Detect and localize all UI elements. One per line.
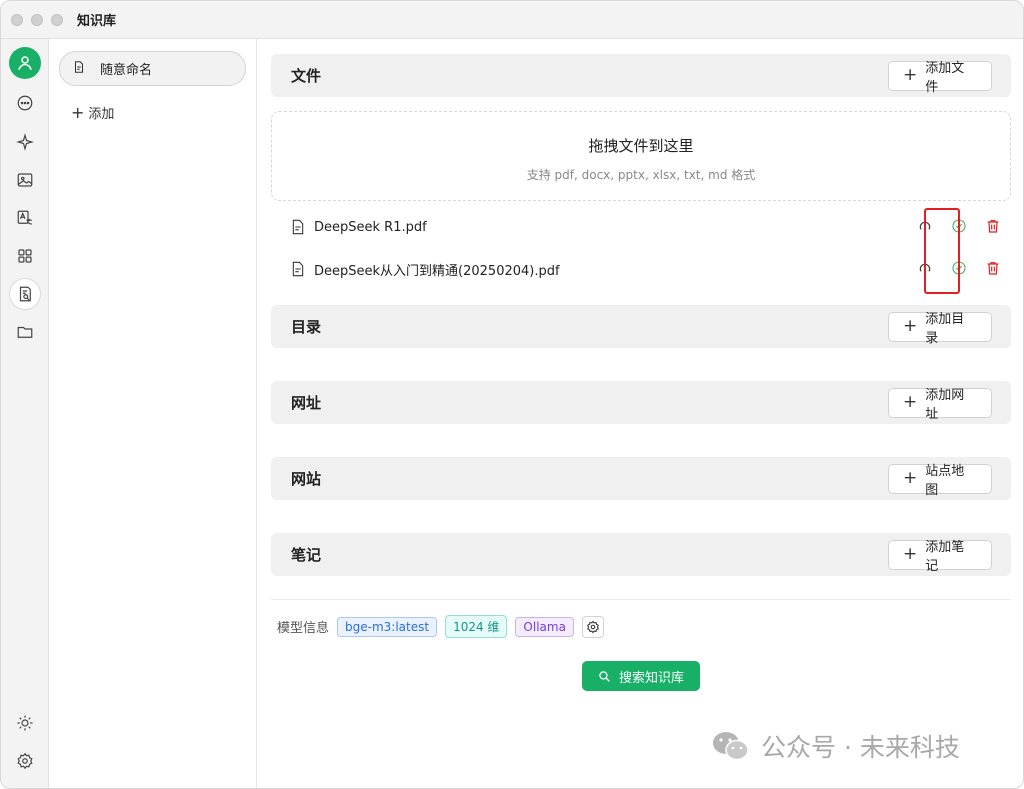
add-directory-button[interactable]: + 添加目录 <box>888 311 992 346</box>
add-knowledge-base-button[interactable]: + 添加 <box>71 103 114 122</box>
file-name: DeepSeek从入门到精通(20250204).pdf <box>314 263 560 279</box>
notes-section-header: 笔记 + 添加笔记 <box>271 533 1011 576</box>
apps-grid-icon[interactable] <box>9 240 41 272</box>
plus-icon: + <box>903 316 918 336</box>
directory-section-title: 目录 <box>291 318 322 336</box>
provider-tag: Ollama <box>515 616 574 637</box>
model-name-tag: bge-m3:latest <box>337 616 438 637</box>
wechat-icon <box>713 732 749 761</box>
sidebar-item-kb[interactable]: 随意命名 <box>59 51 246 86</box>
add-label: 添加 <box>88 107 115 122</box>
add-file-button[interactable]: + 添加文件 <box>888 60 992 95</box>
file-icon <box>291 219 305 235</box>
minimize-window-button[interactable] <box>31 13 43 26</box>
theme-sun-icon[interactable] <box>9 707 41 739</box>
knowledge-base-icon[interactable] <box>9 278 41 310</box>
notes-section-title: 笔记 <box>291 546 322 564</box>
add-directory-label: 添加目录 <box>925 311 965 346</box>
website-section-header: 网站 + 站点地图 <box>271 457 1011 500</box>
watermark-text: 公众号 · 未来科技 <box>761 733 960 762</box>
chat-icon[interactable] <box>9 87 41 119</box>
window-controls <box>11 13 63 26</box>
plus-icon: + <box>903 544 918 564</box>
dropzone-title: 拖拽文件到这里 <box>588 137 694 155</box>
image-icon[interactable] <box>9 164 41 196</box>
files-section-header: 文件 + 添加文件 <box>271 54 1011 97</box>
sidebar-item-label: 随意命名 <box>100 63 153 78</box>
model-settings-button[interactable] <box>581 615 604 638</box>
plus-icon: + <box>71 102 85 122</box>
close-window-button[interactable] <box>11 13 23 26</box>
file-row: DeepSeek R1.pdf <box>291 215 1001 239</box>
trash-icon[interactable] <box>985 218 1001 234</box>
trash-icon[interactable] <box>985 260 1001 276</box>
plus-icon: + <box>903 65 918 85</box>
file-dropzone[interactable]: 拖拽文件到这里 支持 pdf, docx, pptx, xlsx, txt, m… <box>271 111 1011 201</box>
url-section-title: 网址 <box>291 394 322 412</box>
settings-gear-icon[interactable] <box>9 745 41 777</box>
plus-icon: + <box>903 468 918 488</box>
status-highlight-box <box>924 208 960 294</box>
divider <box>271 599 1011 600</box>
add-note-label: 添加笔记 <box>925 539 965 574</box>
file-name: DeepSeek R1.pdf <box>314 219 427 235</box>
model-info: 模型信息 bge-m3:latest 1024 维 Ollama <box>277 615 604 638</box>
title-bar: 知识库 <box>1 1 1023 39</box>
search-button-label: 搜索知识库 <box>618 670 684 686</box>
nav-rail <box>1 39 49 788</box>
dropzone-subtitle: 支持 pdf, docx, pptx, xlsx, txt, md 格式 <box>526 168 756 182</box>
sparkle-icon[interactable] <box>9 126 41 158</box>
app-window: 知识库 随意命名 + 添加 文件 + 添加文件 拖拽文件到这里 支持 pdf, … <box>0 0 1024 789</box>
file-icon <box>291 261 305 277</box>
dimension-tag: 1024 维 <box>445 615 508 638</box>
file-row: DeepSeek从入门到精通(20250204).pdf <box>291 257 1001 281</box>
sitemap-button[interactable]: + 站点地图 <box>888 463 992 498</box>
model-info-label: 模型信息 <box>277 621 330 636</box>
plus-icon: + <box>903 392 918 412</box>
watermark: 公众号 · 未来科技 <box>711 728 960 764</box>
document-icon <box>72 60 86 78</box>
url-section-header: 网址 + 添加网址 <box>271 381 1011 424</box>
website-section-title: 网站 <box>291 470 322 488</box>
main-content: 文件 + 添加文件 拖拽文件到这里 支持 pdf, docx, pptx, xl… <box>258 39 1023 788</box>
translate-icon[interactable] <box>9 202 41 234</box>
folder-icon[interactable] <box>9 316 41 348</box>
files-section-title: 文件 <box>291 67 322 85</box>
window-title: 知识库 <box>77 14 117 29</box>
search-knowledge-base-button[interactable]: 搜索知识库 <box>582 661 700 691</box>
directory-section-header: 目录 + 添加目录 <box>271 305 1011 348</box>
gear-icon <box>587 620 599 633</box>
sitemap-label: 站点地图 <box>925 463 965 498</box>
search-icon <box>599 670 610 682</box>
add-url-label: 添加网址 <box>925 387 965 422</box>
add-url-button[interactable]: + 添加网址 <box>888 387 992 422</box>
user-avatar-icon[interactable] <box>9 47 41 79</box>
knowledge-base-sidebar: 随意命名 + 添加 <box>49 39 257 788</box>
zoom-window-button[interactable] <box>51 13 63 26</box>
add-note-button[interactable]: + 添加笔记 <box>888 539 992 574</box>
add-file-label: 添加文件 <box>925 60 965 95</box>
